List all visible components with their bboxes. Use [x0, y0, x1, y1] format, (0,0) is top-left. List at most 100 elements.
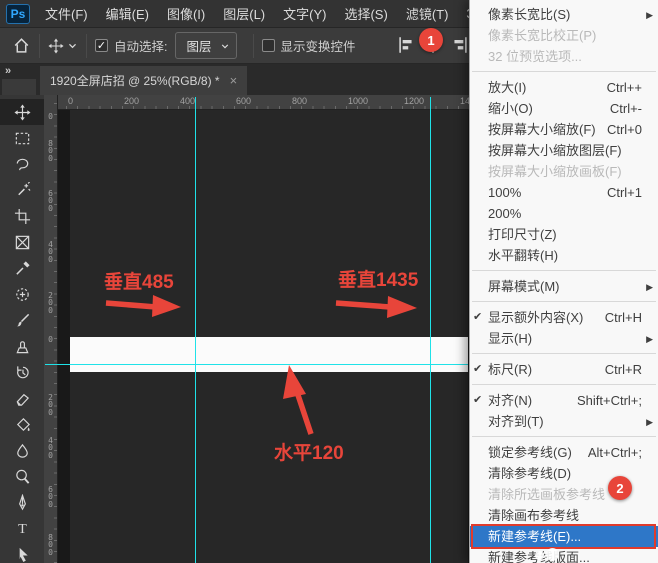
chevron-down-icon[interactable] [67, 40, 78, 51]
menu-item-label: 显示额外内容(X) [488, 310, 583, 325]
show-transform-label: 显示变换控件 [281, 36, 356, 55]
auto-select-checkbox[interactable]: ✓ [95, 39, 108, 52]
menu-item-label: 按屏幕大小缩放画板(F) [488, 164, 622, 179]
v-ruler-label: 4 0 0 [46, 437, 55, 460]
menu-item-label: 按屏幕大小缩放图层(F) [488, 143, 622, 158]
menu-separator [470, 380, 658, 390]
move-tool[interactable] [0, 99, 44, 125]
menu-item-zoom-200[interactable]: 200% [470, 203, 658, 224]
brush-tool[interactable] [0, 307, 44, 333]
menu-item-shortcut: Ctrl+H [605, 307, 642, 328]
menu-item-label: 标尺(R) [488, 362, 532, 377]
menu-item-shortcut: Ctrl+0 [607, 119, 642, 140]
watermark-dot [535, 551, 544, 560]
dropdown-value: 图层 [186, 36, 211, 55]
menu-item-screen-mode[interactable]: 屏幕模式(M)▶ [470, 276, 658, 297]
menu-item-shortcut: Ctrl++ [607, 77, 642, 98]
menu-item-print-size[interactable]: 打印尺寸(Z) [470, 224, 658, 245]
eyedropper-tool-icon [14, 260, 31, 277]
healing-brush-tool[interactable] [0, 281, 44, 307]
svg-text:T: T [18, 521, 27, 537]
h-ruler-label: 200 [124, 96, 139, 106]
menu-item-show-extras[interactable]: 显示额外内容(X)✔ Ctrl+H [470, 307, 658, 328]
menu-item-new-guide-layout[interactable]: 新建参考线版面... [470, 547, 658, 563]
menubar-item-filter[interactable]: 滤镜(T) [397, 0, 458, 28]
separator [39, 34, 40, 58]
menu-separator [470, 349, 658, 359]
tools-panel: T [0, 95, 44, 563]
menubar-item-select[interactable]: 选择(S) [335, 0, 396, 28]
menu-item-clear-canvas-guides[interactable]: 清除画布参考线 [470, 505, 658, 526]
menu-item-flip-horizontal[interactable]: 水平翻转(H) [470, 245, 658, 266]
v-ruler-label: 6 0 0 [46, 190, 55, 213]
marquee-tool[interactable] [0, 125, 44, 151]
home-icon[interactable] [12, 36, 31, 55]
marquee-tool-icon [14, 130, 31, 147]
chevron-down-icon [220, 41, 230, 51]
h-ruler-label: 600 [236, 96, 251, 106]
submenu-arrow-icon: ▶ [646, 329, 653, 350]
history-brush-tool[interactable] [0, 359, 44, 385]
photoshop-logo-icon[interactable]: Ps [6, 4, 30, 24]
crop-tool[interactable] [0, 203, 44, 229]
move-tool-icon[interactable] [48, 38, 64, 54]
brush-tool-icon [14, 312, 31, 329]
menubar-item-file[interactable]: 文件(F) [36, 0, 97, 28]
eyedropper-tool[interactable] [0, 255, 44, 281]
menu-item-zoom-in[interactable]: 放大(I)Ctrl++ [470, 77, 658, 98]
menu-item-rulers[interactable]: 标尺(R)✔Ctrl+R [470, 359, 658, 380]
menu-item-label: 200% [488, 206, 521, 221]
menu-item-label: 对齐(N) [488, 393, 532, 408]
menu-item-label: 水平翻转(H) [488, 248, 558, 263]
menu-item-fit-layers-on-screen[interactable]: 按屏幕大小缩放图层(F) [470, 140, 658, 161]
menu-item-zoom-out[interactable]: 缩小(O)Ctrl+- [470, 98, 658, 119]
close-icon[interactable]: × [230, 73, 238, 88]
check-icon: ✔ [473, 307, 487, 328]
menu-item-snap[interactable]: 对齐(N)✔Shift+Ctrl+; [470, 390, 658, 411]
document-tab[interactable]: 1920全屏店招 @ 25%(RGB/8) * × [40, 66, 247, 95]
auto-select-target-dropdown[interactable]: 图层 [175, 32, 236, 59]
vertical-ruler[interactable]: 08 0 06 0 04 0 02 0 002 0 04 0 06 0 08 0… [44, 95, 58, 563]
eraser-tool[interactable] [0, 385, 44, 411]
menu-item-label: 清除所选画板参考线 [488, 487, 605, 502]
v-ruler-label: 8 0 0 [46, 534, 55, 557]
menubar-item-layer[interactable]: 图层(L) [214, 0, 274, 28]
menu-item-pixel-aspect-ratio[interactable]: 像素长宽比(S)▶ [470, 4, 658, 25]
toolbar-header [2, 79, 36, 95]
frame-tool-icon [14, 234, 31, 251]
v-ruler-label: 2 0 0 [46, 292, 55, 315]
panel-collapse-button[interactable]: » [5, 65, 12, 77]
canvas-white-banner [70, 337, 468, 372]
clone-stamp-tool[interactable] [0, 333, 44, 359]
align-left-icon[interactable] [396, 35, 416, 55]
horizontal-ruler[interactable]: 0200400600800100012001400 [58, 95, 470, 110]
type-tool[interactable]: T [0, 515, 44, 541]
lasso-tool[interactable] [0, 151, 44, 177]
gradient-tool-icon [14, 416, 31, 433]
menu-item-zoom-100[interactable]: 100%Ctrl+1 [470, 182, 658, 203]
menu-item-new-guide[interactable]: 新建参考线(E)... [470, 526, 658, 547]
menu-item-label: 新建参考线(E)... [488, 529, 581, 544]
menu-item-lock-guides[interactable]: 锁定参考线(G) Alt+Ctrl+; [470, 442, 658, 463]
frame-tool[interactable] [0, 229, 44, 255]
menubar-item-image[interactable]: 图像(I) [158, 0, 214, 28]
menu-item-label: 锁定参考线(G) [488, 445, 572, 460]
menubar-item-edit[interactable]: 编辑(E) [97, 0, 158, 28]
align-right-icon[interactable] [450, 35, 470, 55]
menu-item-snap-to[interactable]: 对齐到(T)▶ [470, 411, 658, 432]
show-transform-checkbox[interactable] [262, 39, 275, 52]
path-select-tool[interactable] [0, 541, 44, 563]
v-ruler-label: 0 [46, 336, 55, 344]
menu-item-shortcut: Alt+Ctrl+; [588, 442, 642, 463]
menubar-item-type[interactable]: 文字(Y) [274, 0, 335, 28]
dodge-tool[interactable] [0, 463, 44, 489]
photoshop-window: Ps 文件(F)编辑(E)图像(I)图层(L)文字(Y)选择(S)滤镜(T)3D… [0, 0, 658, 563]
blur-tool[interactable] [0, 437, 44, 463]
menu-item-label: 清除画布参考线 [488, 508, 579, 523]
menu-item-fit-on-screen[interactable]: 按屏幕大小缩放(F)Ctrl+0 [470, 119, 658, 140]
magic-wand-tool[interactable] [0, 177, 44, 203]
pen-tool[interactable] [0, 489, 44, 515]
pen-tool-icon [14, 494, 31, 511]
menu-item-show[interactable]: 显示(H)▶ [470, 328, 658, 349]
gradient-tool[interactable] [0, 411, 44, 437]
